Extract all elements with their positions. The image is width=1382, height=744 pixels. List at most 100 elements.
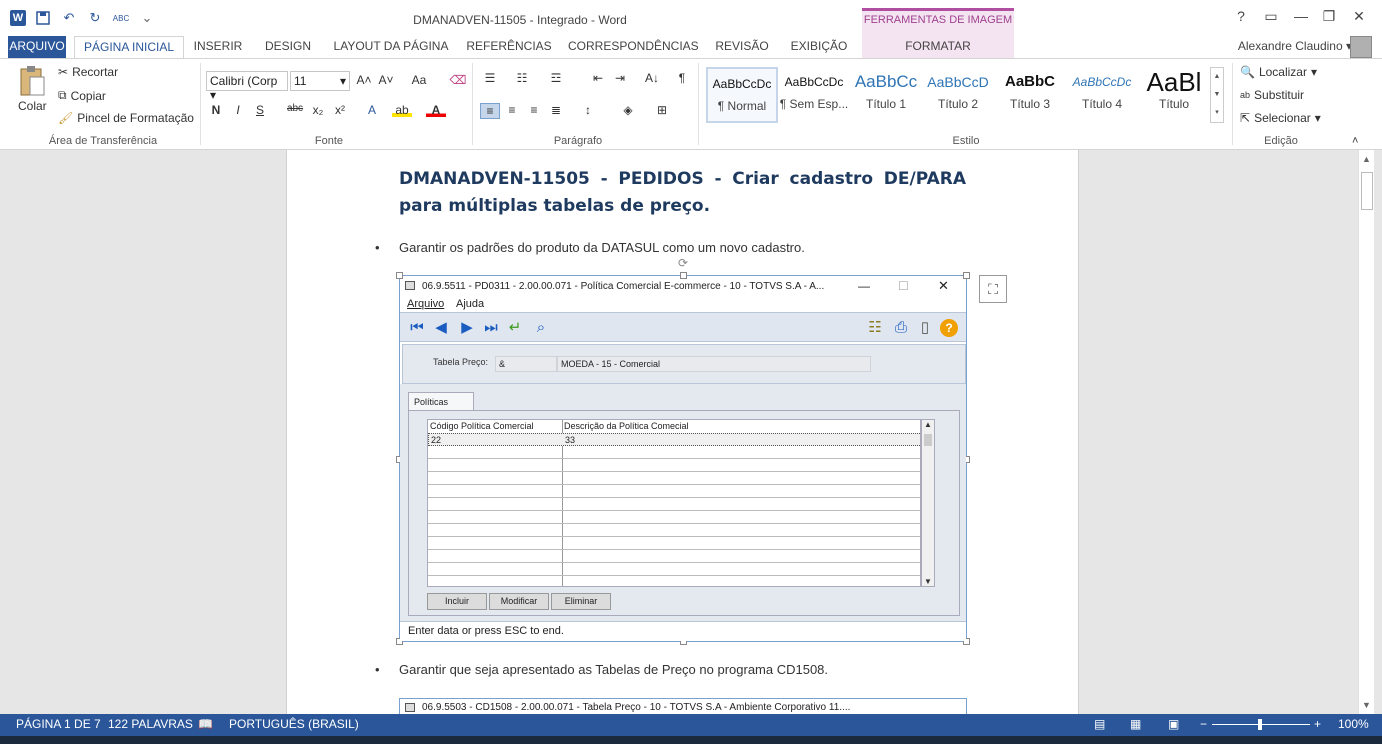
word-count[interactable]: 122 PALAVRAS [108, 717, 193, 731]
style-heading-4[interactable]: AaBbCcDc Título 4 [1066, 67, 1138, 123]
format-painter-button[interactable]: 🖌 Pincel de Formatação [58, 111, 194, 125]
table-row: 22 33 [428, 433, 920, 446]
align-right-icon[interactable]: ≡ [524, 103, 544, 117]
document-heading[interactable]: DMANADVEN-11505 - PEDIDOS - Criar cadast… [399, 166, 966, 220]
text-effects-icon[interactable]: A [362, 103, 382, 117]
grid-header: Código Política Comercial Descrição da P… [428, 420, 920, 433]
language[interactable]: PORTUGUÊS (BRASIL) [229, 717, 359, 731]
shrink-font-icon[interactable]: A˅ [376, 73, 396, 87]
scroll-down-icon[interactable]: ▼ [1362, 700, 1371, 710]
read-mode-icon[interactable]: ▤ [1094, 717, 1105, 731]
tab-pagina-inicial[interactable]: PÁGINA INICIAL [74, 36, 184, 59]
avatar[interactable] [1350, 36, 1372, 58]
table-row [428, 537, 920, 550]
tab-revisao[interactable]: REVISÃO [712, 36, 772, 58]
strikethrough-icon[interactable]: abc [282, 103, 308, 114]
replace-button[interactable]: ab Substituir [1240, 88, 1304, 102]
tab-inserir[interactable]: INSERIR [192, 36, 244, 58]
grow-font-icon[interactable]: A˄ [354, 73, 374, 87]
context-tab-header: FERRAMENTAS DE IMAGEM [862, 8, 1014, 36]
print-layout-icon[interactable]: ▦ [1130, 717, 1141, 731]
scroll-up-icon[interactable]: ▲ [1362, 154, 1371, 164]
vertical-scrollbar[interactable]: ▲ ▼ [1358, 150, 1374, 714]
embedded-app-image[interactable]: ⟳ 06.9.5511 - PD0311 - 2.00.00.071 - Pol… [396, 256, 970, 645]
cut-label: Recortar [72, 65, 119, 79]
style-heading-2[interactable]: AaBbCcD Título 2 [922, 67, 994, 123]
user-name[interactable]: Alexandre Claudino ▾ [1238, 39, 1352, 53]
document-page[interactable]: DMANADVEN-11505 - PEDIDOS - Criar cadast… [286, 150, 1079, 714]
change-case-icon[interactable]: Aa [406, 73, 432, 87]
clipboard-icon [20, 66, 45, 96]
pilcrow-icon[interactable]: ¶ [672, 71, 692, 85]
select-label: Selecionar [1254, 111, 1311, 125]
select-button[interactable]: ⇱ Selecionar ▾ [1240, 111, 1321, 125]
copy-button[interactable]: ⧉ Copiar [58, 88, 106, 103]
numbering-icon[interactable]: ☷ [512, 71, 532, 85]
ribbon-display-icon[interactable]: ▭ [1260, 8, 1282, 25]
restore-icon[interactable]: ❐ [1318, 8, 1340, 25]
line-spacing-icon[interactable]: ↕ [578, 103, 598, 117]
web-layout-icon[interactable]: ▣ [1168, 717, 1179, 731]
minimize-icon[interactable]: — [1290, 8, 1312, 24]
eliminar-button: Eliminar [551, 593, 611, 610]
decrease-indent-icon[interactable]: ⇤ [588, 71, 608, 85]
app-body: Políticas Código Política Comercial Desc… [400, 384, 966, 621]
scroll-thumb[interactable] [1361, 172, 1373, 210]
align-center-icon[interactable]: ≡ [502, 103, 522, 117]
font-size-select[interactable]: 11 ▾ [290, 71, 350, 91]
help-icon[interactable]: ? [1230, 8, 1252, 24]
style-heading-1[interactable]: AaBbCc Título 1 [850, 67, 922, 123]
zoom-in-icon[interactable]: + [1314, 717, 1321, 731]
sort-icon[interactable]: A↓ [642, 71, 662, 85]
find-button[interactable]: 🔍 Localizar ▾ [1240, 65, 1317, 79]
shading-icon[interactable]: ◈ [618, 103, 638, 117]
tab-layout[interactable]: LAYOUT DA PÁGINA [332, 36, 450, 58]
multilevel-list-icon[interactable]: ☲ [546, 71, 566, 85]
cursor-icon: ⇱ [1240, 111, 1251, 125]
font-name-select[interactable]: Calibri (Corp ▾ [206, 71, 288, 102]
zoom-level[interactable]: 100% [1338, 717, 1369, 731]
binoculars-icon: 🔍 [1240, 65, 1255, 79]
document-area[interactable]: DMANADVEN-11505 - PEDIDOS - Criar cadast… [0, 150, 1358, 714]
tab-arquivo[interactable]: ARQUIVO [8, 36, 66, 58]
tab-design[interactable]: DESIGN [262, 36, 314, 58]
proofing-icon[interactable]: 📖 [198, 717, 213, 731]
style-title[interactable]: AaBl Título [1138, 67, 1210, 123]
superscript-icon[interactable]: x² [330, 103, 350, 117]
tab-referencias[interactable]: REFERÊNCIAS [466, 36, 552, 58]
style-heading-3[interactable]: AaBbC Título 3 [994, 67, 1066, 123]
tab-correspondencias[interactable]: CORRESPONDÊNCIAS [568, 36, 699, 58]
subscript-icon[interactable]: x₂ [308, 103, 328, 117]
font-color-icon[interactable]: A [426, 103, 446, 117]
style-normal[interactable]: AaBbCcDc ¶ Normal [706, 67, 778, 123]
style-preview: AaBbCcDc [712, 77, 772, 91]
align-left-icon[interactable]: ≡ [480, 103, 500, 119]
clear-format-icon[interactable]: ⌫ [448, 73, 468, 87]
justify-icon[interactable]: ≣ [546, 103, 566, 117]
bullets-icon[interactable]: ☰ [480, 71, 500, 85]
styles-gallery-scroll[interactable]: ▲ ▼ ▾ [1210, 67, 1224, 123]
page-count[interactable]: PÁGINA 1 DE 7 [16, 717, 101, 731]
underline-icon[interactable]: S [250, 103, 270, 117]
collapse-ribbon-icon[interactable]: ˄ [1352, 135, 1358, 147]
borders-icon[interactable]: ⊞ [652, 103, 672, 117]
tab-exibicao[interactable]: EXIBIÇÃO [788, 36, 850, 58]
zoom-slider-thumb[interactable] [1258, 719, 1262, 730]
cut-button[interactable]: ✂ Recortar [58, 65, 118, 79]
embedded-app-image-2[interactable]: 06.9.5503 - CD1508 - 2.00.00.071 - Tabel… [399, 698, 967, 714]
tab-formatar[interactable]: FORMATAR [862, 36, 1014, 58]
table-row [428, 498, 920, 511]
app-maximize-icon: ☐ [898, 279, 909, 293]
italic-icon[interactable]: I [228, 103, 248, 117]
style-preview: AaBbCcDc [784, 75, 844, 89]
bold-icon[interactable]: N [206, 103, 226, 117]
paste-button[interactable]: Colar [18, 65, 47, 113]
style-no-spacing[interactable]: AaBbCcDc ¶ Sem Esp... [778, 67, 850, 123]
increase-indent-icon[interactable]: ⇥ [610, 71, 630, 85]
tabela-preco-desc: MOEDA - 15 - Comercial [557, 356, 871, 372]
rotate-handle-icon[interactable]: ⟳ [678, 256, 688, 270]
highlight-icon[interactable]: ab [392, 103, 412, 117]
close-icon[interactable]: ✕ [1348, 8, 1370, 25]
zoom-out-icon[interactable]: − [1200, 717, 1207, 731]
layout-options-icon[interactable]: ⛶ [979, 275, 1007, 303]
